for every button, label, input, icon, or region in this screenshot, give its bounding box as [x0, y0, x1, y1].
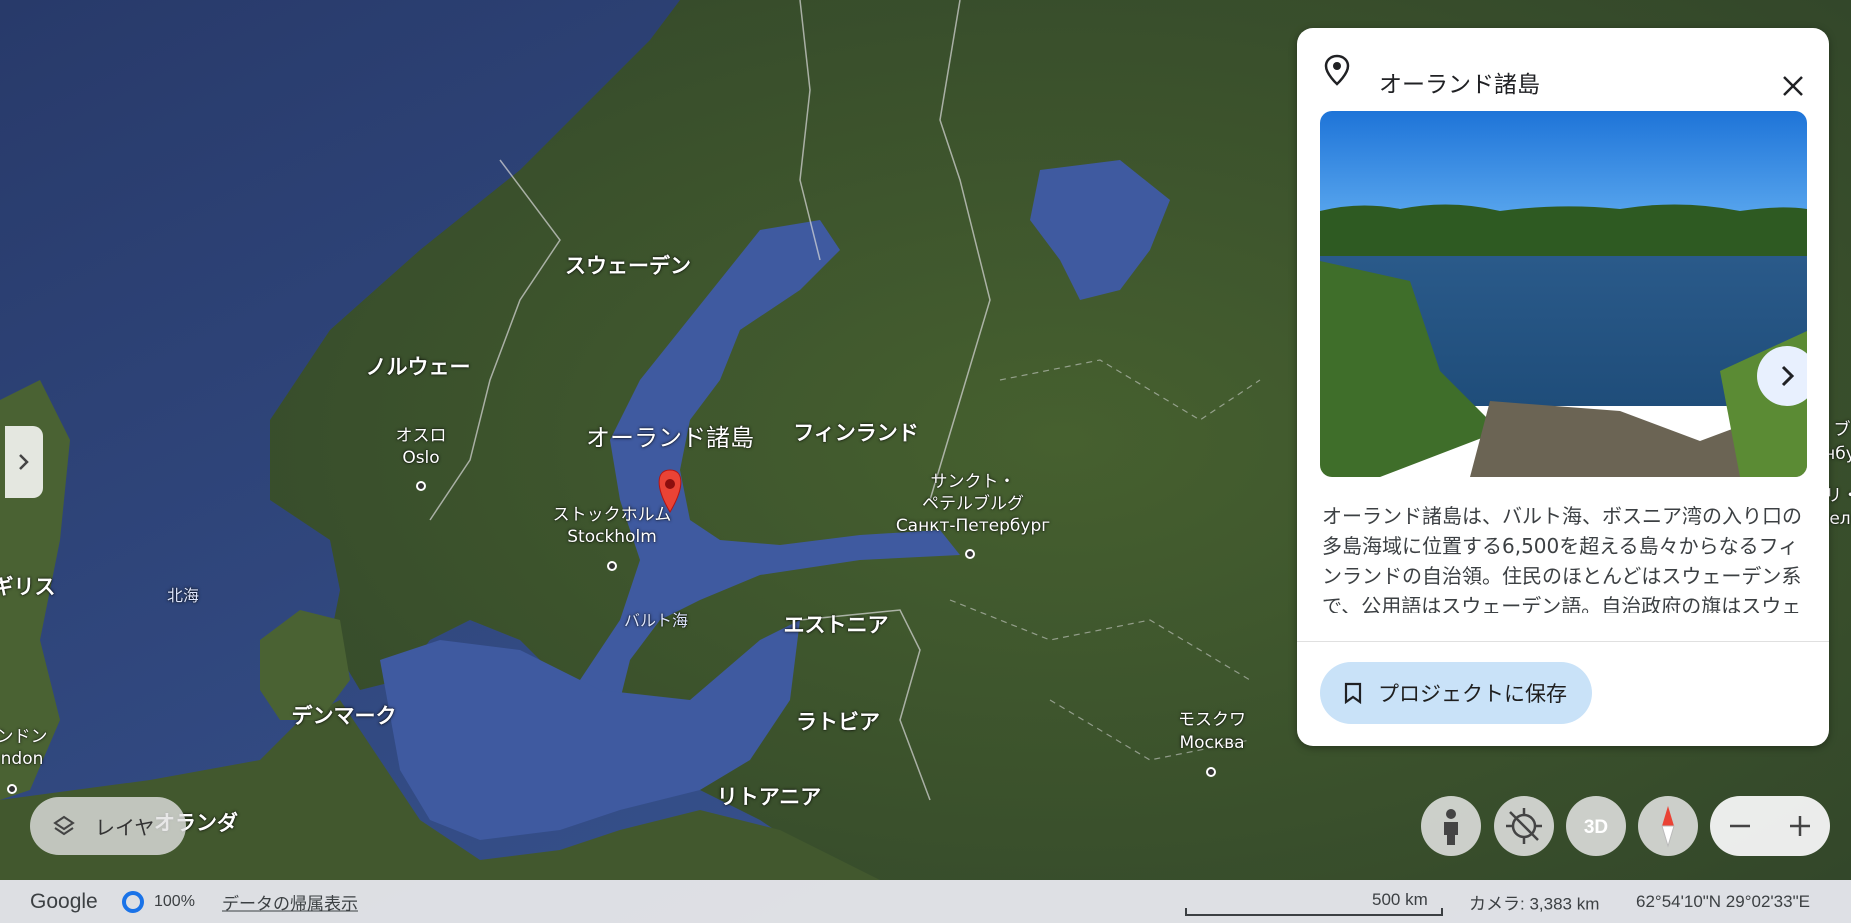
status-bar: Google 100% データの帰属表示 500 km カメラ: 3,383 k…	[0, 880, 1851, 923]
data-attribution-link[interactable]: データの帰属表示	[222, 889, 358, 914]
loading-ring-icon	[122, 891, 144, 913]
card-divider	[1297, 641, 1829, 642]
three-d-label: 3D	[1584, 817, 1608, 838]
three-d-toggle-button[interactable]: 3D	[1566, 796, 1626, 856]
compass-icon	[1661, 806, 1675, 848]
place-photo[interactable]	[1320, 111, 1807, 477]
label-uk: ギリス	[0, 574, 56, 599]
label-oslo-ja: オスロ	[395, 426, 447, 447]
bookmark-icon	[1344, 682, 1362, 704]
label-moscow: Москва	[1179, 733, 1245, 754]
chevron-right-icon	[1781, 365, 1795, 387]
coordinates: 62°54'10"N 29°02'33"E	[1636, 891, 1810, 911]
next-photo-button[interactable]	[1757, 346, 1807, 406]
label-stockholm-ja: ストックホルム	[552, 505, 672, 526]
label-spb: Санкт-Петербург	[895, 516, 1051, 537]
label-moscow-ja: モスクワ	[1178, 710, 1246, 731]
save-to-project-label: プロジェクトに保存	[1378, 682, 1567, 706]
camera-altitude: カメラ: 3,383 km	[1469, 894, 1600, 913]
zoom-out-button[interactable]	[1710, 796, 1770, 856]
google-logo: Google	[30, 889, 98, 913]
chevron-right-icon	[19, 454, 29, 470]
label-edge-4: ел	[1829, 509, 1851, 530]
place-info-card: オーランド諸島 オーランド諸島は、バルト海、ボスニア湾の入り口の多島海域に位置す…	[1297, 28, 1829, 746]
card-title: オーランド諸島	[1379, 72, 1540, 98]
zoom-control	[1710, 796, 1830, 856]
card-header: オーランド諸島	[1297, 28, 1829, 112]
city-dot-moscow	[1206, 767, 1216, 777]
label-baltic-sea: バルト海	[623, 610, 689, 630]
label-denmark: デンマーク	[291, 703, 397, 728]
label-spb-ja-2: ペテルブルグ	[922, 494, 1024, 515]
lake-photo-image	[1320, 111, 1807, 477]
label-estonia: エストニア	[783, 612, 889, 637]
layers-icon	[53, 815, 75, 836]
close-icon[interactable]	[1775, 68, 1811, 104]
label-latvia: ラトビア	[796, 709, 880, 734]
place-pin-icon	[1324, 54, 1350, 86]
label-stockholm: Stockholm	[567, 527, 657, 548]
label-norway: ノルウェー	[365, 354, 471, 379]
compass-button[interactable]	[1638, 796, 1698, 856]
label-aland-islands[interactable]: オーランド諸島	[586, 425, 754, 453]
label-lithuania: リトアニア	[716, 784, 822, 809]
three-d-glyph: 3D	[1584, 817, 1608, 838]
label-spb-ja-1: サンクト・	[930, 472, 1016, 493]
save-to-project-button[interactable]: プロジェクトに保存	[1320, 662, 1592, 724]
scale-label: 500 km	[1372, 890, 1428, 909]
city-dot-oslo	[416, 481, 426, 491]
location-disabled-button[interactable]	[1494, 796, 1554, 856]
place-description: オーランド諸島は、バルト海、ボスニア湾の入り口の多島海域に位置する6,500を超…	[1322, 504, 1802, 613]
layers-label: レイヤ	[95, 815, 155, 840]
label-london-ja: ンドン	[0, 727, 48, 748]
location-off-icon	[1506, 808, 1542, 844]
city-dot-london	[7, 784, 17, 794]
pegman-icon	[1444, 809, 1458, 845]
city-dot-spb	[965, 549, 975, 559]
layers-button[interactable]: レイヤ	[30, 797, 186, 855]
minus-icon	[1730, 824, 1750, 828]
zoom-in-button[interactable]	[1770, 796, 1830, 856]
label-sweden: スウェーデン	[565, 253, 691, 278]
label-london: ndon	[0, 749, 44, 770]
label-finland: フィンランド	[793, 420, 919, 445]
loading-percent: 100%	[154, 892, 195, 910]
city-dot-stockholm	[607, 561, 617, 571]
street-view-button[interactable]	[1421, 796, 1481, 856]
label-oslo: Oslo	[402, 448, 440, 469]
label-edge-1: ブ	[1833, 420, 1851, 441]
plus-icon	[1790, 816, 1810, 836]
expand-panel-button[interactable]	[5, 426, 43, 498]
label-north-sea: 北海	[166, 585, 200, 605]
